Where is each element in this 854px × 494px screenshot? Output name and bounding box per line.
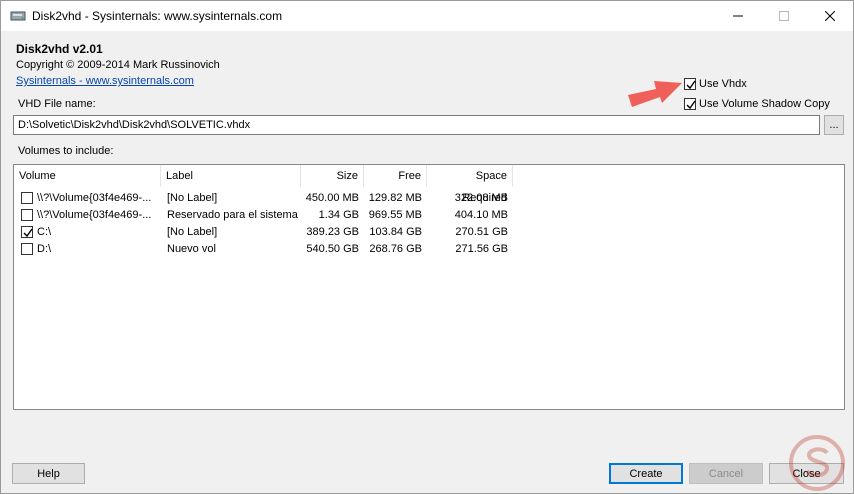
- volume-cell: \\?\Volume{03f4e469-...: [37, 209, 152, 221]
- label-cell: [No Label]: [167, 192, 218, 204]
- sysinternals-link[interactable]: Sysinternals - www.sysinternals.com: [16, 75, 194, 87]
- label-cell: [No Label]: [167, 226, 218, 238]
- maximize-icon: [779, 11, 789, 21]
- free-cell: 129.82 MB: [368, 192, 422, 204]
- volume-checkbox[interactable]: [21, 226, 33, 238]
- required-cell: 404.10 MB: [454, 209, 508, 221]
- column-header-size[interactable]: Size: [301, 165, 364, 187]
- maximize-button[interactable]: [761, 1, 807, 31]
- checkmark-icon: [686, 100, 696, 110]
- label-cell: Nuevo vol: [167, 243, 216, 255]
- watermark-logo-icon: [789, 435, 845, 491]
- create-button[interactable]: Create: [609, 463, 683, 484]
- list-header: Volume Label Size Free Space Required: [14, 165, 844, 204]
- table-row[interactable]: D:\ Nuevo vol 540.50 GB 268.76 GB 271.56…: [14, 241, 844, 258]
- browse-button[interactable]: ...: [824, 115, 844, 135]
- minimize-icon: [733, 15, 743, 17]
- window-close-button[interactable]: [807, 1, 853, 31]
- column-header-free[interactable]: Free: [364, 165, 427, 187]
- volume-checkbox[interactable]: [21, 209, 33, 221]
- checkmark-icon: [23, 228, 33, 238]
- free-cell: 268.76 GB: [369, 243, 422, 255]
- free-cell: 103.84 GB: [369, 226, 422, 238]
- help-button[interactable]: Help: [12, 463, 85, 484]
- title-bar[interactable]: Disk2vhd - Sysinternals: www.sysinternal…: [1, 1, 853, 31]
- required-cell: 270.51 GB: [455, 226, 508, 238]
- free-cell: 969.55 MB: [368, 209, 422, 221]
- column-header-volume[interactable]: Volume: [14, 165, 161, 187]
- volume-cell: D:\: [37, 243, 52, 255]
- volume-checkbox[interactable]: [21, 243, 33, 255]
- volumes-list[interactable]: Volume Label Size Free Space Required \\…: [13, 164, 845, 410]
- volume-checkbox[interactable]: [21, 192, 33, 204]
- copyright-text: Copyright © 2009-2014 Mark Russinovich: [16, 59, 220, 71]
- label-cell: Reservado para el sistema: [167, 209, 298, 221]
- use-vhdx-label: Use Vhdx: [699, 78, 747, 90]
- window-title: Disk2vhd - Sysinternals: www.sysinternal…: [32, 9, 283, 23]
- vhd-file-input[interactable]: [13, 115, 820, 135]
- checkmark-icon: [686, 80, 696, 90]
- volumes-label: Volumes to include:: [18, 145, 114, 157]
- vhd-file-label: VHD File name:: [18, 98, 96, 110]
- arrow-annotation-icon: [628, 81, 682, 107]
- volume-cell: \\?\Volume{03f4e469-...: [37, 192, 152, 204]
- minimize-button[interactable]: [715, 1, 761, 31]
- use-vhdx-checkbox[interactable]: [684, 78, 696, 90]
- size-cell: 450.00 MB: [305, 192, 359, 204]
- size-cell: 389.23 GB: [306, 226, 359, 238]
- app-window: Disk2vhd - Sysinternals: www.sysinternal…: [0, 0, 854, 494]
- size-cell: 540.50 GB: [306, 243, 359, 255]
- app-title: Disk2vhd v2.01: [16, 42, 103, 56]
- size-cell: 1.34 GB: [318, 209, 359, 221]
- volume-cell: C:\: [37, 226, 52, 238]
- required-cell: 271.56 GB: [455, 243, 508, 255]
- table-row[interactable]: C:\ [No Label] 389.23 GB 103.84 GB 270.5…: [14, 224, 844, 241]
- disk-icon: [10, 9, 26, 23]
- cancel-button[interactable]: Cancel: [689, 463, 763, 484]
- use-vss-option[interactable]: Use Volume Shadow Copy: [684, 98, 830, 110]
- required-cell: 322.08 MB: [454, 192, 508, 204]
- column-header-space-required[interactable]: Space Required: [427, 165, 513, 204]
- table-row[interactable]: \\?\Volume{03f4e469-... Reservado para e…: [14, 207, 844, 224]
- column-header-label[interactable]: Label: [161, 165, 301, 187]
- use-vss-checkbox[interactable]: [684, 98, 696, 110]
- use-vss-label: Use Volume Shadow Copy: [699, 98, 830, 110]
- table-row[interactable]: \\?\Volume{03f4e469-... [No Label] 450.0…: [14, 190, 844, 207]
- close-icon: [825, 11, 835, 21]
- use-vhdx-option[interactable]: Use Vhdx: [684, 78, 747, 90]
